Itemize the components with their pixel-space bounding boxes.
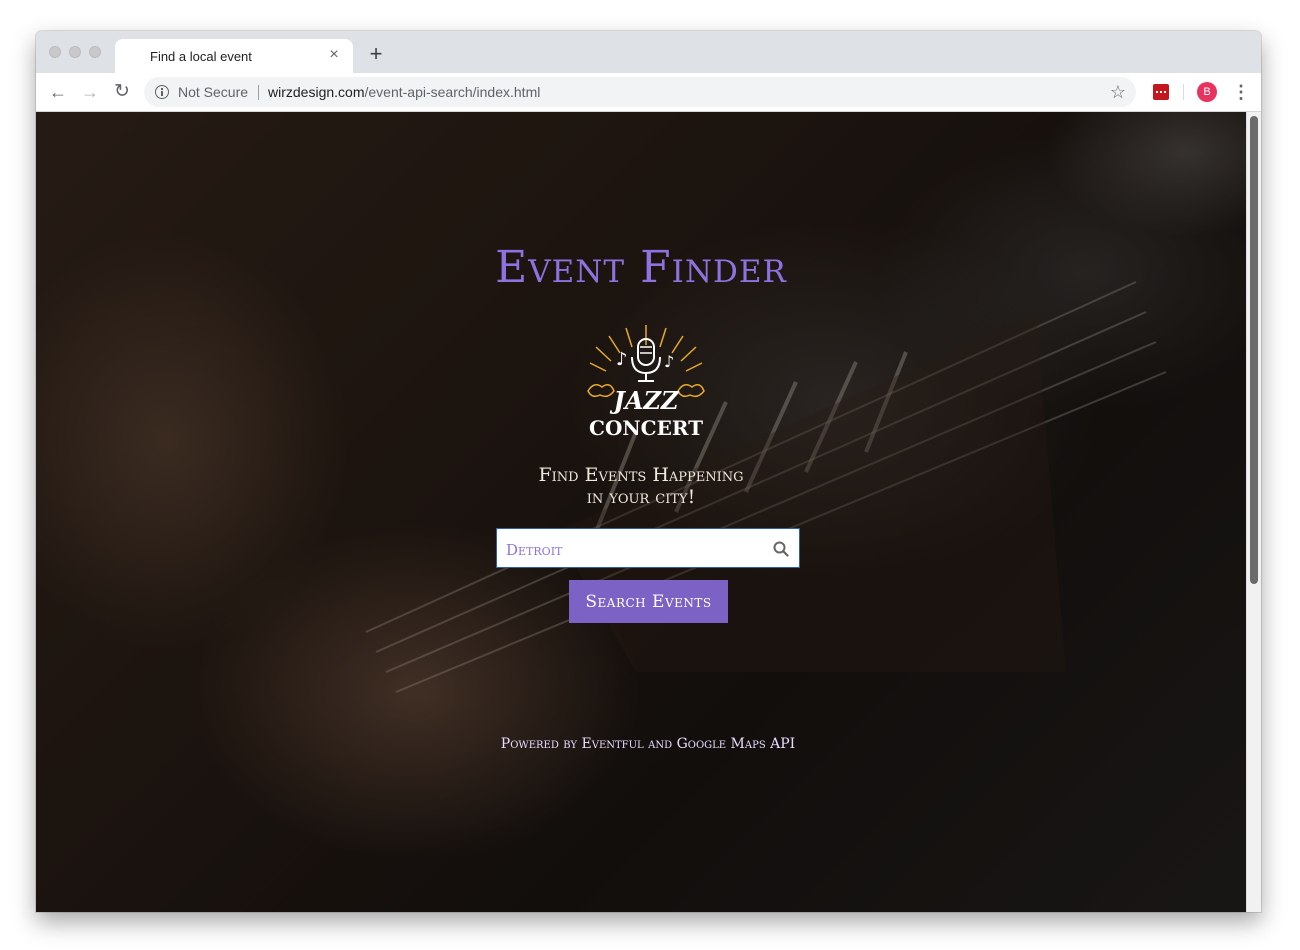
browser-menu-icon[interactable]: ⋮ [1232,80,1250,104]
powered-by-footer: Powered by Eventful and Google Maps API [500,736,796,752]
url-text[interactable]: wirzdesign.com/event-api-search/index.ht… [268,84,540,100]
scrollbar-thumb[interactable] [1250,116,1258,584]
minimize-window-button[interactable] [69,46,81,58]
url-path: /event-api-search/index.html [364,84,541,100]
page-title: Event Finder [495,242,787,293]
reload-button[interactable]: ↻ [110,80,134,104]
forward-button[interactable]: → [78,80,102,104]
page-subtitle: Find Events Happening in your city! [491,464,791,508]
profile-avatar[interactable]: B [1197,82,1217,102]
hero-section: Event Finder ♪ ♪ JAZZ CONCERT Find Event… [36,112,1246,912]
subtitle-line-2: in your city! [586,486,696,508]
tab-title: Find a local event [150,49,252,64]
page-viewport: Event Finder ♪ ♪ JAZZ CONCERT Find Event… [36,112,1246,912]
browser-window: Find a local event × + ← → ↻ Not Secure … [36,31,1261,912]
tab-close-icon[interactable]: × [325,46,343,64]
info-icon[interactable] [155,85,169,99]
logo-text-jazz: JAZZ [609,386,679,415]
search-events-button[interactable]: Search Events [569,580,728,623]
close-window-button[interactable] [49,46,61,58]
page-scrollbar[interactable] [1246,112,1261,912]
address-separator [258,85,259,100]
search-icon[interactable] [773,541,789,557]
city-search-input[interactable]: Detroit [506,541,562,559]
svg-text:♪: ♪ [664,352,674,371]
tab-strip: Find a local event × + [36,31,1261,73]
subtitle-line-1: Find Events Happening [538,464,744,486]
address-bar[interactable]: Not Secure wirzdesign.com/event-api-sear… [144,77,1136,107]
jazz-concert-logo: ♪ ♪ JAZZ CONCERT [587,325,705,440]
extension-icon[interactable] [1153,84,1169,100]
logo-text-concert: CONCERT [589,416,703,440]
toolbar-divider [1183,84,1184,100]
browser-tab[interactable]: Find a local event × [115,39,353,73]
back-button[interactable]: ← [46,80,70,104]
svg-text:♪: ♪ [616,349,628,370]
url-host: wirzdesign.com [268,84,365,100]
browser-toolbar: ← → ↻ Not Secure wirzdesign.com/event-ap… [36,73,1261,112]
bookmark-star-icon[interactable]: ☆ [1110,81,1126,103]
city-search-box[interactable]: Detroit [496,528,800,568]
new-tab-button[interactable]: + [366,43,386,65]
security-label[interactable]: Not Secure [178,84,248,100]
maximize-window-button[interactable] [89,46,101,58]
